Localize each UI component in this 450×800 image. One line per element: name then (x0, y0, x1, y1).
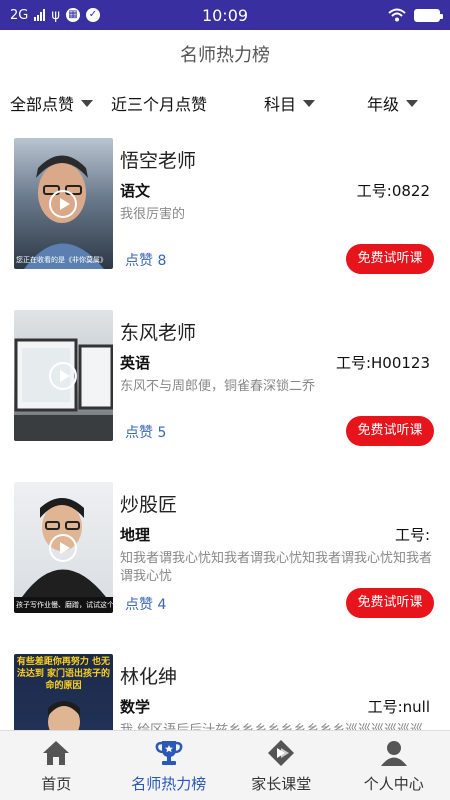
teacher-description: 我 绘区语后后汁兹乡乡乡乡乡乡乡乡乡巡巡巡巡巡巡 (120, 722, 432, 730)
home-icon (43, 741, 70, 765)
battery-icon (414, 8, 443, 22)
play-icon (49, 362, 77, 390)
video-thumbnail[interactable]: 孩子写作业慢、磨蹭，试试这个方法 (14, 482, 113, 613)
nav-home[interactable]: 首页 (0, 731, 113, 800)
teacher-description: 知我者谓我心忧知我者谓我心忧知我者谓我心忧知我者谓我心忧 (120, 551, 433, 584)
like-count[interactable]: 点赞 5 (125, 422, 166, 442)
filter-subject[interactable]: 科目 (264, 91, 316, 115)
filter-label: 近三个月点赞 (111, 95, 208, 114)
teacher-list[interactable]: 您正在收看的是《非你莫属》 悟空老师 语文 工号:0822 我很厉害的 点赞 8… (0, 124, 450, 730)
teacher-name: 炒股匠 (120, 494, 178, 516)
status-time: 10:09 (201, 5, 249, 25)
teacher-job-number: 工号:0822 (356, 182, 430, 200)
play-icon (49, 534, 77, 562)
free-trial-button[interactable]: 免费试听课 (346, 244, 434, 274)
filter-recent-three-months[interactable]: 近三个月点赞 (111, 91, 207, 115)
filter-grade[interactable]: 年级 (367, 91, 419, 115)
thumbnail-image (48, 701, 80, 730)
play-icon (49, 190, 77, 218)
teacher-description: 东风不与周郎便，铜雀春深锁二乔 (120, 379, 316, 394)
teacher-name: 东风老师 (120, 322, 197, 344)
filter-likes-all[interactable]: 全部点赞 (10, 91, 94, 115)
like-count[interactable]: 点赞 4 (125, 594, 166, 614)
video-thumbnail[interactable] (14, 310, 113, 441)
page-title: 名师热力榜 (180, 45, 270, 66)
nav-label: 家长课堂 (251, 775, 312, 793)
thumbnail-caption: 孩子写作业慢、磨蹭，试试这个方法 (16, 601, 113, 609)
nav-label: 个人中心 (363, 775, 424, 793)
teacher-name: 林化绅 (120, 666, 178, 688)
nav-personal-center[interactable]: 个人中心 (338, 731, 450, 800)
teacher-card[interactable]: 您正在收看的是《非你莫属》 悟空老师 语文 工号:0822 我很厉害的 点赞 8… (0, 124, 450, 296)
filter-label: 科目 (264, 95, 297, 114)
teacher-description: 我很厉害的 (120, 207, 186, 222)
teacher-card[interactable]: 东风老师 英语 工号:H00123 东风不与周郎便，铜雀春深锁二乔 点赞 5 免… (0, 296, 450, 468)
nav-label: 名师热力榜 (131, 775, 207, 793)
person-icon (380, 741, 407, 766)
teacher-job-number: 工号:H00123 (335, 354, 430, 372)
filter-label: 全部点赞 (10, 95, 75, 114)
dropdown-arrow-icon (406, 99, 419, 107)
filter-bar: 全部点赞 近三个月点赞 科目 年级 (0, 82, 450, 124)
dropdown-arrow-icon (303, 99, 316, 107)
dropdown-arrow-icon (81, 99, 94, 107)
teacher-subject: 英语 (120, 354, 151, 372)
thumbnail-caption: 您正在收看的是《非你莫属》 (16, 256, 107, 264)
teacher-job-number: 工号: (394, 526, 430, 544)
video-thumbnail[interactable]: 您正在收看的是《非你莫属》 (14, 138, 113, 269)
trophy-icon (155, 741, 183, 765)
status-bar: 2G ψ ▦ ✓ 10:09 (0, 0, 450, 30)
teacher-subject: 地理 (120, 526, 151, 544)
teacher-card[interactable]: 孩子写作业慢、磨蹭，试试这个方法 炒股匠 地理 工号: 知我者谓我心忧知我者谓我… (0, 468, 450, 640)
like-count[interactable]: 点赞 8 (125, 250, 166, 270)
nav-label: 首页 (41, 775, 72, 793)
teacher-subject: 语文 (120, 182, 151, 200)
video-thumbnail[interactable]: 有些差距你再努力 也无法达到 家门语出孩子的命的原因 (14, 654, 113, 730)
nav-parent-class[interactable]: 家长课堂 (225, 731, 338, 800)
free-trial-button[interactable]: 免费试听课 (346, 416, 434, 446)
teacher-name: 悟空老师 (120, 150, 197, 172)
filter-label: 年级 (367, 95, 400, 114)
free-trial-button[interactable]: 免费试听课 (346, 588, 434, 618)
teacher-card[interactable]: 有些差距你再努力 也无法达到 家门语出孩子的命的原因 林化绅 数学 工号:nul… (0, 640, 450, 730)
play-diamond-icon (268, 740, 295, 766)
teacher-subject: 数学 (120, 698, 151, 716)
nav-teacher-ranking[interactable]: 名师热力榜 (113, 731, 226, 800)
bottom-navigation: 首页 名师热力榜 家长课堂 个人中心 (0, 730, 450, 800)
teacher-job-number: 工号:null (367, 698, 430, 716)
